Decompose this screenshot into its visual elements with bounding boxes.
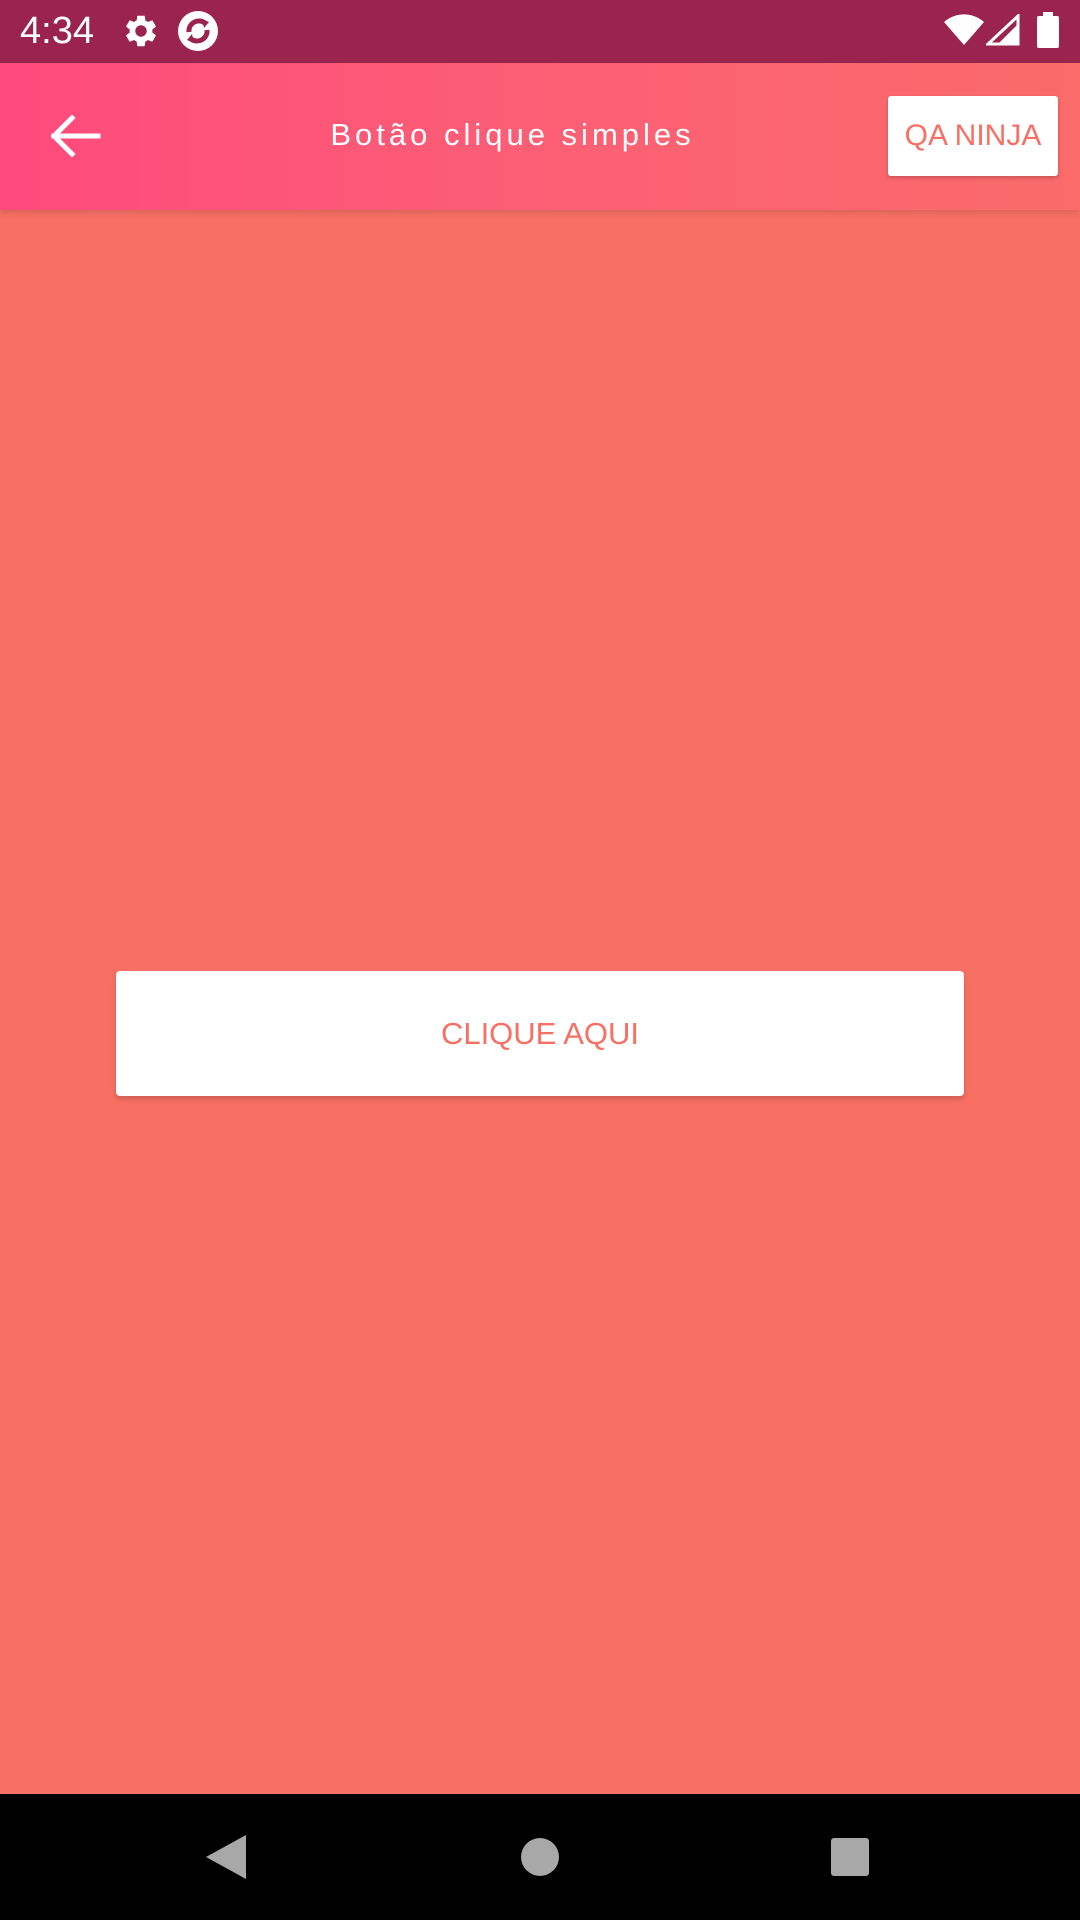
navigation-bar [0, 1794, 1080, 1920]
nav-home-button[interactable] [510, 1827, 570, 1887]
nav-recents-button[interactable] [820, 1827, 880, 1887]
status-time: 4:34 [20, 10, 94, 52]
recents-square-icon [820, 1827, 880, 1887]
app-screen: 4:34 Botão clique simples QA NINJA CLIQU… [0, 0, 1080, 1920]
wifi-icon [944, 14, 984, 54]
status-bar: 4:34 [0, 0, 1080, 63]
sync-app-icon [177, 10, 219, 51]
home-circle-icon [510, 1827, 570, 1887]
qa-ninja-button[interactable]: QA NINJA [888, 96, 1058, 176]
toolbar: Botão clique simples QA NINJA [0, 63, 1080, 210]
page-title: Botão clique simples [330, 117, 695, 152]
click-here-button[interactable]: CLIQUE AQUI [116, 971, 964, 1096]
back-triangle-icon [196, 1827, 256, 1887]
nav-back-button[interactable] [196, 1827, 256, 1887]
signal-icon [986, 14, 1020, 54]
battery-icon [1037, 12, 1059, 52]
back-button[interactable] [36, 98, 112, 174]
arrow-back-icon [36, 98, 112, 174]
gear-icon [122, 12, 160, 52]
